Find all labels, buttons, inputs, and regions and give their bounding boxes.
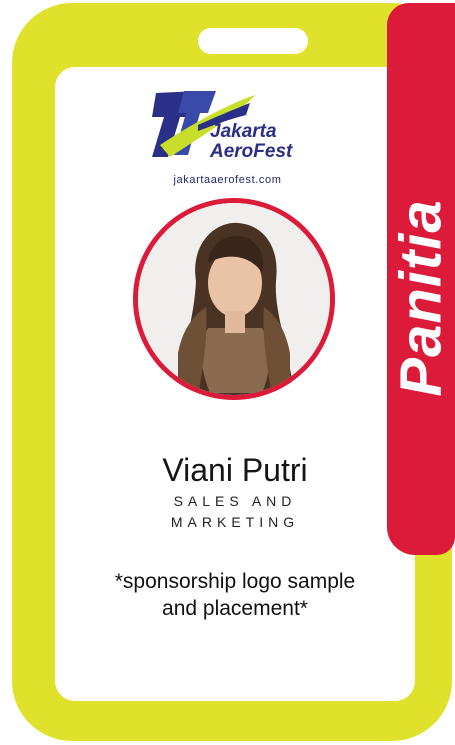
role-label: Panitia	[388, 199, 454, 397]
person-title-line-2: MARKETING	[170, 514, 300, 530]
person-title-line-1: SALES AND	[173, 493, 297, 509]
sponsor-note-line-2: and placement*	[162, 597, 308, 620]
sponsor-note: *sponsorship logo sample and placement*	[0, 568, 455, 622]
person-photo-icon	[138, 203, 330, 395]
profile-photo	[138, 203, 330, 395]
sponsor-note-line-1: *sponsorship logo sample	[114, 570, 356, 593]
logo-line-2: AeroFest	[210, 141, 293, 162]
logo-line-1: Jakarta	[210, 121, 277, 142]
logo-wordmark: Jakarta AeroFest	[210, 122, 292, 162]
person-name: Viani Putri	[162, 452, 308, 488]
website-text: jakartaaerofest.com	[173, 174, 282, 186]
person-title: SALES AND MARKETING	[0, 491, 455, 533]
lanyard-slot	[198, 28, 308, 54]
profile-photo-ring	[133, 198, 335, 400]
